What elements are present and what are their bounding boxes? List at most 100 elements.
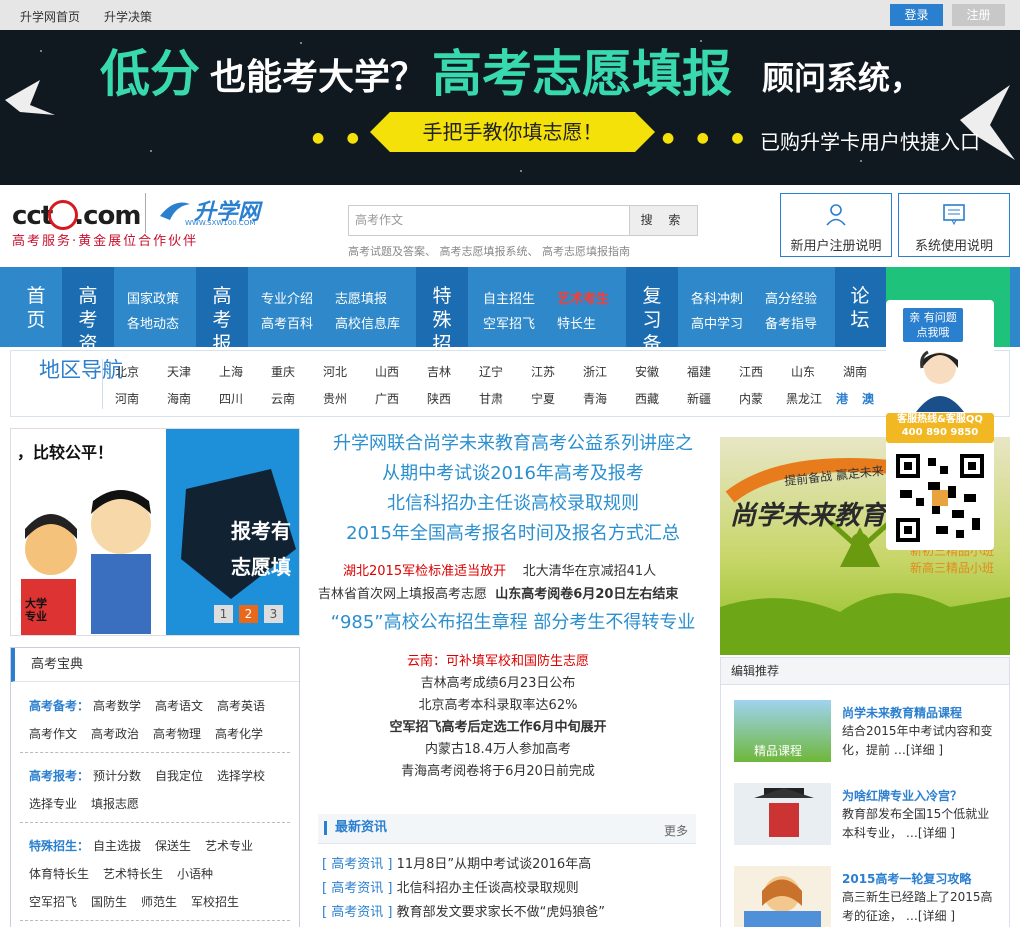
nav-item[interactable]: 高校信息库: [335, 313, 400, 332]
baodian-link[interactable]: 军校招生: [191, 893, 239, 910]
nav-item[interactable]: 自主招生: [483, 288, 535, 307]
baodian-link[interactable]: 自主选拔: [93, 837, 141, 854]
register-button[interactable]: 注册: [952, 4, 1005, 26]
region-link[interactable]: 河南: [115, 390, 139, 407]
more-link[interactable]: 更多: [664, 822, 688, 839]
pick-title[interactable]: 2015高考一轮复习攻略: [842, 870, 971, 887]
service-hotline[interactable]: 客服热线&客服QQ 400 890 9850: [886, 413, 994, 443]
region-link[interactable]: 港: [836, 390, 848, 407]
new-user-guide[interactable]: 新用户注册说明: [780, 193, 892, 257]
region-link[interactable]: 山西: [375, 363, 399, 380]
baodian-link[interactable]: 体育特长生: [29, 865, 89, 882]
region-link[interactable]: 山东: [791, 363, 815, 380]
news-link[interactable]: 吉林省首次网上填报高考志愿: [318, 587, 487, 602]
baodian-link[interactable]: 国防生: [91, 893, 127, 910]
region-link[interactable]: 云南: [271, 390, 295, 407]
nav-forum[interactable]: 论坛: [845, 284, 875, 332]
thumb-review[interactable]: [734, 866, 831, 927]
news-item[interactable]: [ 高考资讯 ] 北信科招办主任谈高校录取规则: [322, 877, 579, 896]
baodian-link[interactable]: 选择学校: [217, 767, 265, 784]
region-link[interactable]: 辽宁: [479, 363, 503, 380]
baodian-link[interactable]: 空军招飞: [29, 893, 77, 910]
news-link-red[interactable]: 湖北2015军检标准适当放开: [343, 564, 506, 579]
baodian-link[interactable]: 师范生: [141, 893, 177, 910]
system-guide[interactable]: 系统使用说明: [898, 193, 1010, 257]
region-link[interactable]: 上海: [219, 363, 243, 380]
region-link[interactable]: 天津: [167, 363, 191, 380]
region-link[interactable]: 黑龙江: [786, 390, 822, 407]
baodian-link[interactable]: 预计分数: [93, 767, 141, 784]
region-link[interactable]: 陕西: [427, 390, 451, 407]
headline[interactable]: 从期中考试谈2016年高考及报考: [318, 459, 708, 489]
baodian-link[interactable]: 高考作文: [29, 725, 77, 742]
baodian-link[interactable]: 高考物理: [153, 725, 201, 742]
decision-link[interactable]: 升学决策: [104, 8, 152, 25]
baodian-link[interactable]: 高考英语: [217, 697, 265, 714]
nav-item[interactable]: 志愿填报: [335, 288, 387, 307]
region-link[interactable]: 江苏: [531, 363, 555, 380]
home-link[interactable]: 升学网首页: [20, 8, 80, 25]
region-link[interactable]: 四川: [219, 390, 243, 407]
nav-item[interactable]: 高考百科: [261, 313, 313, 332]
news-item[interactable]: [ 高考资讯 ] 教育部发文要求家长不做“虎妈狼爸”: [322, 901, 605, 920]
pick-title[interactable]: 为啥红牌专业入冷宫？: [842, 787, 962, 804]
search-suggestions[interactable]: 高考试题及答案、 高考志愿填报系统、 高考志愿填报指南: [348, 243, 630, 259]
region-link[interactable]: 吉林: [427, 363, 451, 380]
news-link[interactable]: 北大清华在京减招41人: [523, 564, 657, 579]
news-link-red[interactable]: 云南：可补填军校和国防生志愿: [318, 650, 678, 669]
nav-item[interactable]: 特长生: [557, 313, 596, 332]
headline[interactable]: “985”高校公布招生章程 部分考生不得转专业: [318, 608, 708, 638]
region-link[interactable]: 江西: [739, 363, 763, 380]
baodian-link[interactable]: 艺术特长生: [103, 865, 163, 882]
headline[interactable]: 2015年全国高考报名时间及报名方式汇总: [318, 519, 708, 549]
region-link[interactable]: 广西: [375, 390, 399, 407]
nav-item[interactable]: 国家政策: [127, 288, 179, 307]
thumb-major[interactable]: [734, 783, 831, 845]
region-link[interactable]: 浙江: [583, 363, 607, 380]
search-input[interactable]: 高考作文: [348, 205, 630, 236]
region-link[interactable]: 湖南: [843, 363, 867, 380]
news-link[interactable]: 内蒙古18.4万人参加高考: [318, 738, 678, 757]
news-link[interactable]: 吉林高考成绩6月23日公布: [318, 672, 678, 691]
news-link[interactable]: 青海高考阅卷将于6月20日前完成: [318, 760, 678, 779]
headline[interactable]: 升学网联合尚学未来教育高考公益系列讲座之: [318, 429, 708, 459]
region-link[interactable]: 新疆: [687, 390, 711, 407]
slide-page-2[interactable]: 2: [239, 605, 258, 623]
card-user-shortcut[interactable]: 已购升学卡用户快捷入口: [760, 126, 980, 155]
region-link[interactable]: 北京: [115, 363, 139, 380]
slide-page-3[interactable]: 3: [264, 605, 283, 623]
customer-service-widget[interactable]: 亲 有问题 点我哦 客服热线&客服QQ 400 890 9850: [886, 300, 994, 550]
thumb-course[interactable]: 精品课程: [734, 700, 831, 762]
region-link[interactable]: 宁夏: [531, 390, 555, 407]
nav-home[interactable]: 首页: [21, 284, 51, 332]
region-link[interactable]: 安徽: [635, 363, 659, 380]
baodian-link[interactable]: 高考政治: [91, 725, 139, 742]
baodian-link[interactable]: 自我定位: [155, 767, 203, 784]
baodian-link[interactable]: 选择专业: [29, 795, 77, 812]
region-link[interactable]: 澳: [862, 390, 874, 407]
promo-class-2[interactable]: 新高三精品小班: [910, 559, 994, 576]
news-link[interactable]: 空军招飞高考后定选工作6月中旬展开: [318, 716, 678, 735]
nav-item[interactable]: 高中学习: [691, 313, 743, 332]
baodian-link[interactable]: 保送生: [155, 837, 191, 854]
news-link[interactable]: 北京高考本科录取率达62%: [318, 694, 678, 713]
slideshow[interactable]: ，比较公平！ 报考有 志愿填 大学专业 1 2 3: [10, 428, 300, 636]
news-link[interactable]: 山东高考阅卷6月20日左右结束: [495, 587, 678, 602]
baodian-link[interactable]: 高考数学: [93, 697, 141, 714]
slide-page-1[interactable]: 1: [214, 605, 233, 623]
region-link[interactable]: 河北: [323, 363, 347, 380]
nav-item[interactable]: 备考指导: [765, 313, 817, 332]
region-link[interactable]: 内蒙: [739, 390, 763, 407]
pick-title[interactable]: 尚学未来教育精品课程: [842, 704, 962, 721]
nav-item[interactable]: 高分经验: [765, 288, 817, 307]
region-link[interactable]: 重庆: [271, 363, 295, 380]
nav-item[interactable]: 专业介绍: [261, 288, 313, 307]
baodian-link[interactable]: 小语种: [177, 865, 213, 882]
news-item[interactable]: [ 高考资讯 ] 11月8日”从期中考试谈2016年高: [322, 853, 591, 872]
nav-item[interactable]: 各地动态: [127, 313, 179, 332]
region-link[interactable]: 贵州: [323, 390, 347, 407]
hero-banner[interactable]: 低分 也能考大学？ 高考志愿填报 顾问系统， ● ● ● ● ● ● 手把手教你…: [0, 30, 1020, 185]
nav-item[interactable]: 空军招飞: [483, 313, 535, 332]
baodian-link[interactable]: 高考化学: [215, 725, 263, 742]
service-bubble[interactable]: 亲 有问题 点我哦: [903, 308, 963, 342]
